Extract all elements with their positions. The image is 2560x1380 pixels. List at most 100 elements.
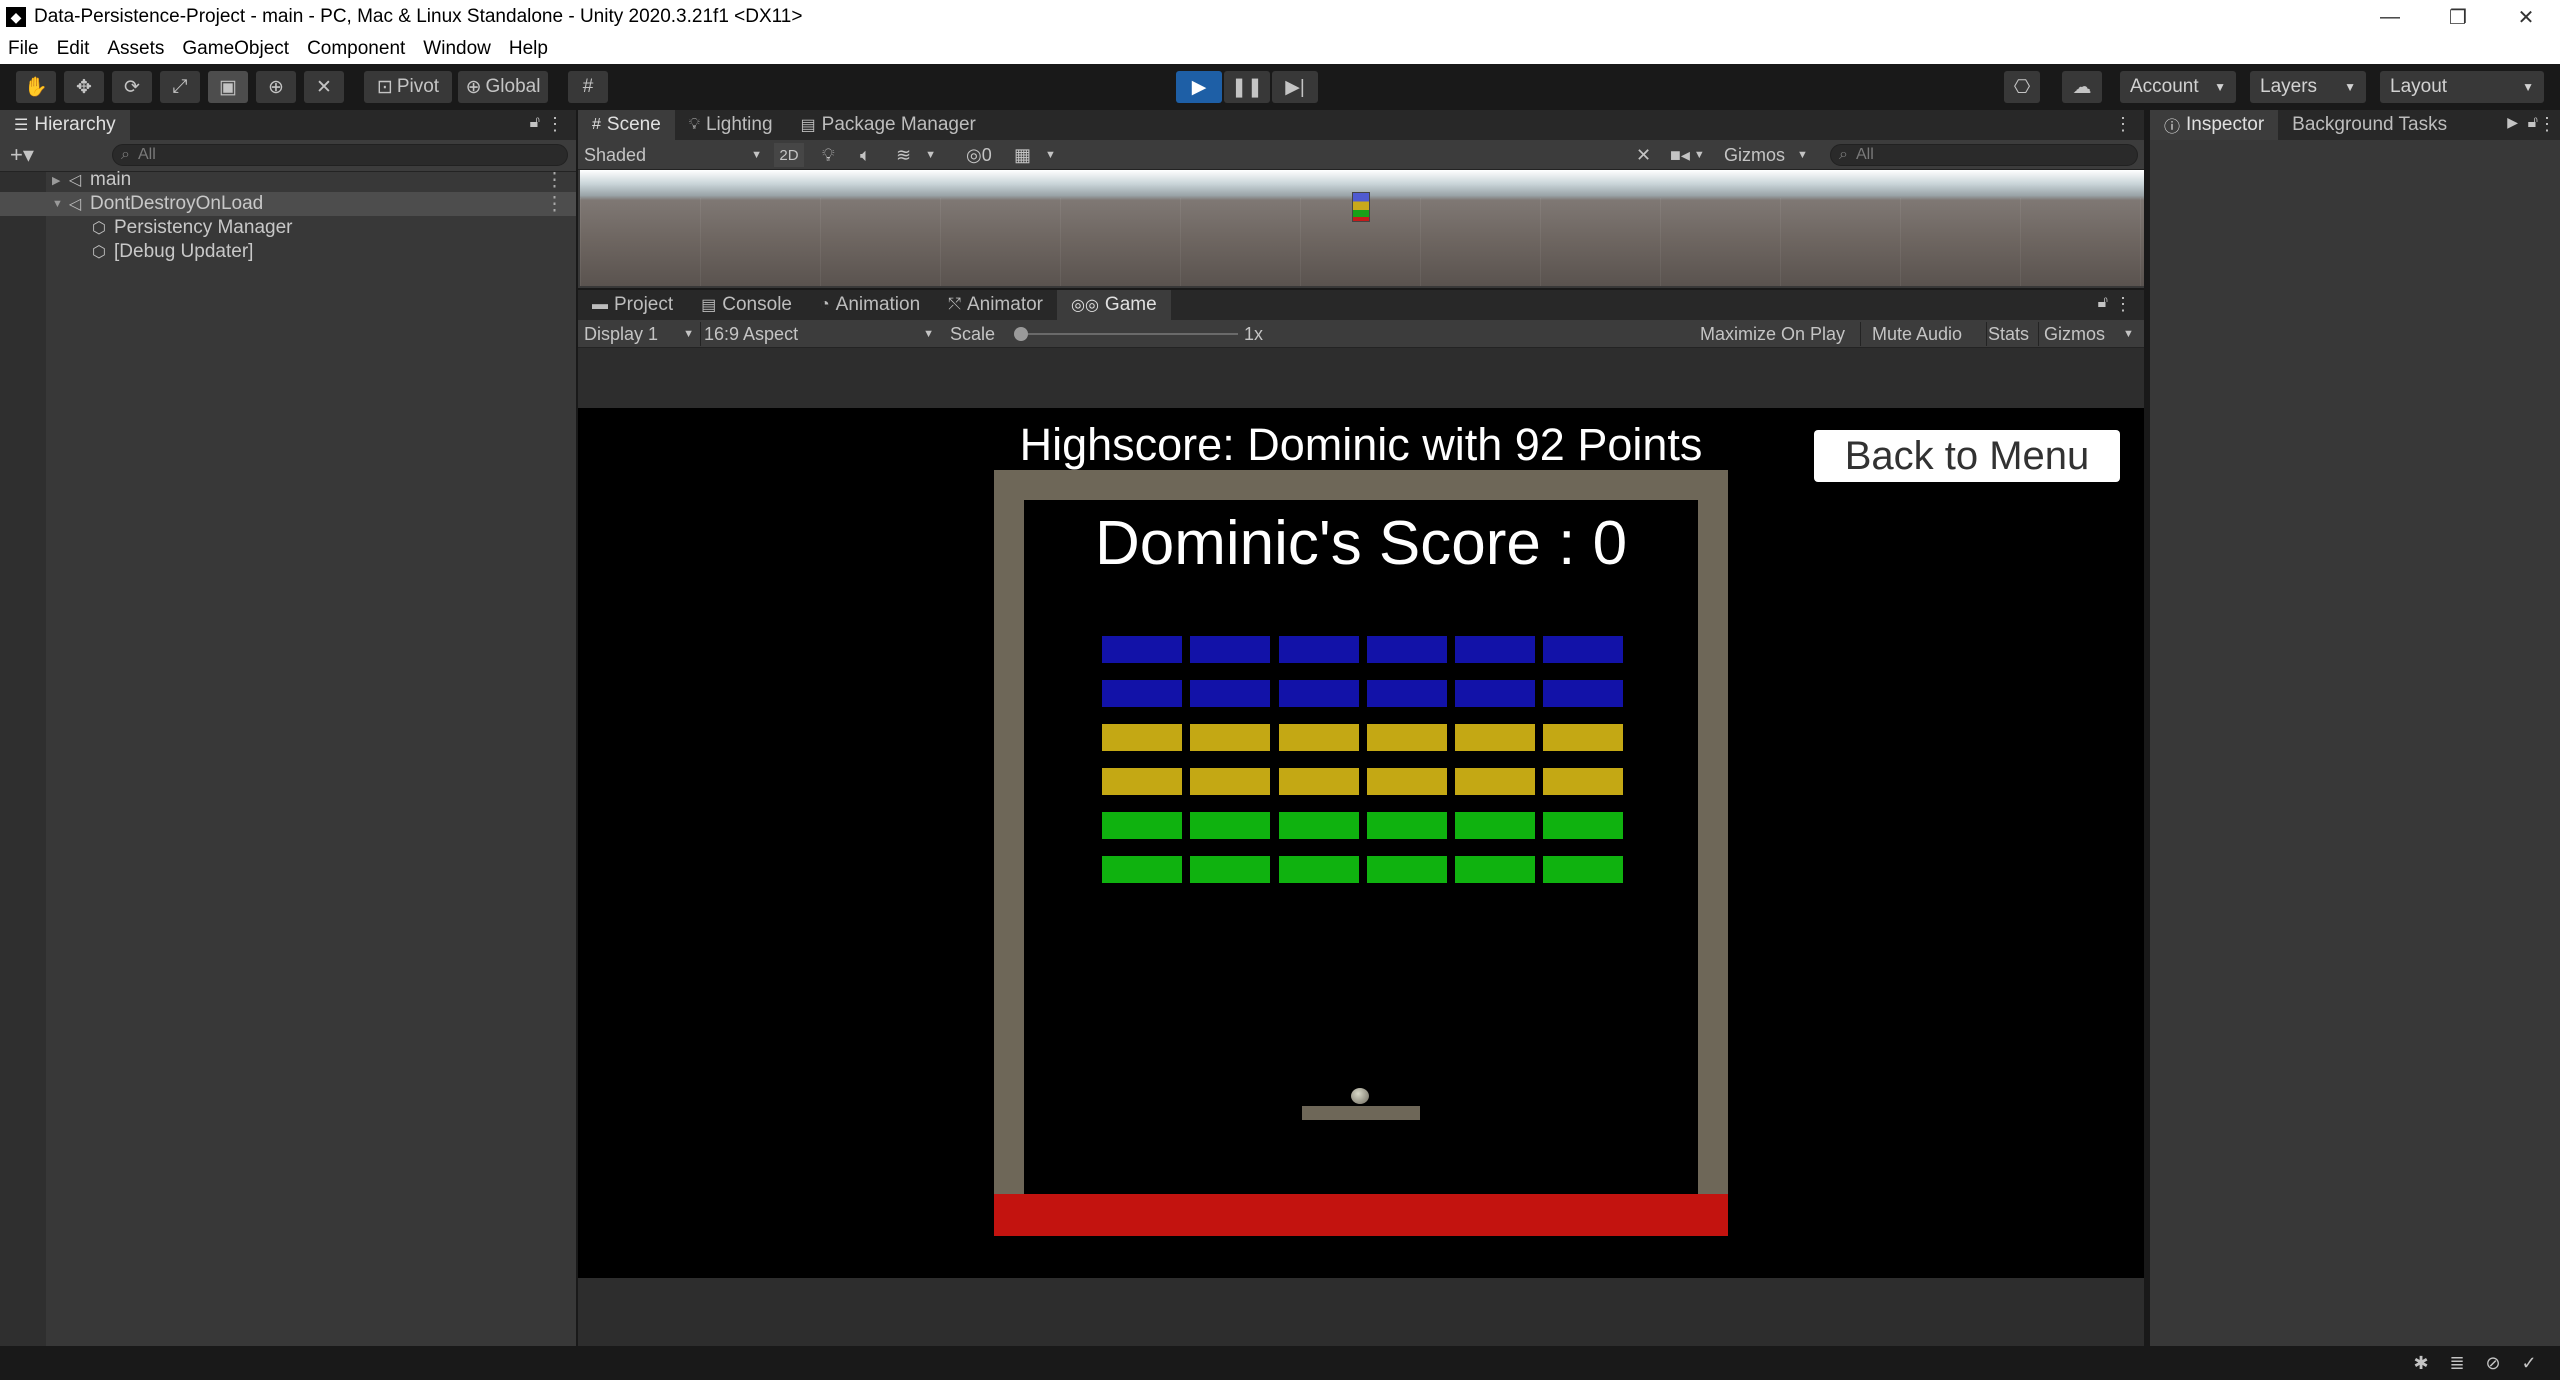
- lock-icon[interactable]: 🔓︎: [2098, 294, 2108, 312]
- maximize-on-play-toggle[interactable]: Maximize On Play: [1700, 320, 1845, 348]
- hierarchy-item-main[interactable]: ▶ ◁ main ⋮: [0, 168, 576, 192]
- brick: [1455, 856, 1536, 884]
- play-button[interactable]: ▶: [1176, 71, 1222, 103]
- global-toggle[interactable]: ⊕ Global: [458, 71, 548, 103]
- maximize-button[interactable]: ❐: [2424, 0, 2492, 34]
- kebab-menu-icon[interactable]: ⋮: [2114, 114, 2132, 135]
- scene-toolbar: Shaded ▼ 2D 💡︎ 🔈︎ ≋ ▼ ◎ 0 ▦ ▼ ✕ ■◂ ▼ Gizmo…: [578, 140, 2144, 170]
- add-icon[interactable]: +▾: [10, 142, 34, 168]
- scale-slider-track[interactable]: [1018, 333, 1238, 335]
- cache-server-icon[interactable]: ≣: [2446, 1352, 2468, 1374]
- menu-component[interactable]: Component: [307, 38, 405, 60]
- scene-gizmos-dropdown[interactable]: Gizmos ▼: [1724, 143, 1808, 167]
- collab-icon[interactable]: ⎔: [2004, 71, 2040, 103]
- transform-tool-icon[interactable]: ⊕: [256, 71, 296, 103]
- lighting-toggle-icon[interactable]: 💡︎: [822, 143, 835, 167]
- brick: [1366, 636, 1447, 663]
- debug-bug-icon[interactable]: ✱: [2410, 1352, 2432, 1374]
- tab-package-manager[interactable]: ▤ Package Manager: [787, 110, 990, 140]
- hierarchy-panel: ☰ Hierarchy 🔓︎ ⋮ +▾ ⌕ All ▶ ◁ main ⋮ ▼ ◁ …: [0, 110, 576, 1346]
- kebab-menu-icon[interactable]: ⋮: [2538, 114, 2556, 135]
- tab-hierarchy-label: Hierarchy: [34, 114, 116, 135]
- kebab-menu-icon[interactable]: ⋮: [545, 193, 564, 216]
- audio-toggle-icon[interactable]: 🔈︎: [860, 143, 871, 167]
- account-dropdown[interactable]: Account ▼: [2120, 71, 2236, 103]
- tab-animation[interactable]: ◔ Animation: [806, 290, 934, 320]
- collapse-arrow-icon[interactable]: ▼: [52, 198, 66, 210]
- tools-icon[interactable]: ✕: [1636, 143, 1651, 167]
- chevron-down-icon: ▼: [2344, 80, 2356, 94]
- hierarchy-search-input[interactable]: ⌕ All: [112, 144, 568, 166]
- hierarchy-item-dontdestroyonload[interactable]: ▼ ◁ DontDestroyOnLoad ⋮: [0, 192, 576, 216]
- layers-dropdown[interactable]: Layers ▼: [2250, 71, 2366, 103]
- tab-project[interactable]: ▬ Project: [578, 290, 687, 320]
- auto-generate-lighting-icon[interactable]: ⊘: [2482, 1352, 2504, 1374]
- menu-bar: File Edit Assets GameObject Component Wi…: [0, 34, 2560, 64]
- menu-help[interactable]: Help: [509, 38, 548, 60]
- display-dropdown[interactable]: Display 1 ▼: [584, 320, 694, 348]
- aspect-dropdown[interactable]: 16:9 Aspect ▼: [704, 320, 934, 348]
- mute-audio-toggle[interactable]: Mute Audio: [1872, 320, 1962, 348]
- pause-button[interactable]: ❚❚: [1224, 71, 1270, 103]
- tab-animator[interactable]: ⤲ Animator: [934, 290, 1057, 320]
- hand-tool-icon[interactable]: ✋: [16, 71, 56, 103]
- minimize-button[interactable]: —: [2356, 0, 2424, 34]
- hierarchy-item-debug-updater[interactable]: ⬡ [Debug Updater]: [0, 240, 576, 264]
- tab-hierarchy[interactable]: ☰ Hierarchy: [0, 110, 130, 140]
- hierarchy-tabbar: ☰ Hierarchy 🔓︎ ⋮: [0, 110, 576, 140]
- scene-search-input[interactable]: ⌕ All: [1830, 144, 2138, 166]
- brick: [1543, 856, 1624, 884]
- console-icon: ▤: [701, 297, 717, 314]
- close-button[interactable]: ✕: [2492, 0, 2560, 34]
- global-label: Global: [485, 76, 541, 97]
- menu-gameobject[interactable]: GameObject: [182, 38, 289, 60]
- step-button[interactable]: ▶|: [1272, 71, 1318, 103]
- hierarchy-item-persistency-manager[interactable]: ⬡ Persistency Manager: [0, 216, 576, 240]
- effects-toggle-icon[interactable]: ≋ ▼: [896, 143, 936, 167]
- progress-check-icon[interactable]: ✓: [2518, 1352, 2540, 1374]
- rect-tool-icon[interactable]: ▣: [208, 71, 248, 103]
- pivot-toggle[interactable]: ⊡ Pivot: [364, 71, 452, 103]
- scene-viewport[interactable]: [580, 170, 2144, 286]
- custom-tool-icon[interactable]: ✕: [304, 71, 344, 103]
- move-tool-icon[interactable]: ✥: [64, 71, 104, 103]
- scene-game-object[interactable]: [1352, 192, 1370, 222]
- game-viewport[interactable]: Highscore: Dominic with 92 Points Back t…: [578, 408, 2144, 1278]
- layout-dropdown[interactable]: Layout ▼: [2380, 71, 2544, 103]
- brick: [1102, 856, 1182, 884]
- grid-snap-icon[interactable]: #: [568, 71, 608, 103]
- menu-assets[interactable]: Assets: [107, 38, 164, 60]
- kebab-menu-icon[interactable]: ⋮: [545, 169, 564, 192]
- hidden-objects-toggle[interactable]: ◎ 0: [966, 143, 992, 167]
- tab-console[interactable]: ▤ Console: [687, 290, 806, 320]
- tab-lighting[interactable]: 💡︎ Lighting: [675, 110, 787, 140]
- camera-icon[interactable]: ■◂ ▼: [1670, 143, 1705, 167]
- pivot-label: Pivot: [396, 76, 440, 97]
- kebab-menu-icon[interactable]: ⋮: [2114, 294, 2132, 315]
- lock-icon[interactable]: 🔓︎: [2528, 114, 2538, 132]
- scale-slider-handle[interactable]: [1014, 327, 1028, 341]
- menu-edit[interactable]: Edit: [57, 38, 90, 60]
- scale-tool-icon[interactable]: ⤢: [160, 71, 200, 103]
- shading-mode-dropdown[interactable]: Shaded ▼: [584, 143, 762, 167]
- tab-background-tasks[interactable]: Background Tasks: [2278, 110, 2461, 140]
- rotate-tool-icon[interactable]: ⟳: [112, 71, 152, 103]
- 2d-toggle[interactable]: 2D: [774, 143, 804, 167]
- expand-arrow-icon[interactable]: ▶: [52, 174, 66, 187]
- menu-window[interactable]: Window: [423, 38, 491, 60]
- tab-game-label: Game: [1104, 294, 1157, 315]
- tab-scene[interactable]: # Scene: [578, 110, 675, 140]
- kebab-menu-icon[interactable]: ⋮: [546, 114, 564, 135]
- game-gizmos-dropdown[interactable]: Gizmos ▼: [2044, 320, 2134, 348]
- grid-toggle-icon[interactable]: ▦ ▼: [1014, 143, 1056, 167]
- cloud-icon[interactable]: ☁: [2062, 71, 2102, 103]
- menu-file[interactable]: File: [8, 38, 39, 60]
- stats-toggle[interactable]: Stats: [1988, 320, 2029, 348]
- tab-game[interactable]: ◎◎ Game: [1057, 290, 1171, 320]
- eye-slash-icon: ◎: [966, 144, 982, 165]
- tab-inspector-label: Inspector: [2186, 114, 2265, 135]
- tab-inspector[interactable]: ⓘ Inspector: [2150, 110, 2279, 140]
- tab-scroll-right-icon[interactable]: ▶: [2507, 114, 2518, 131]
- lock-icon[interactable]: 🔓︎: [530, 114, 540, 132]
- search-icon: ⌕: [1839, 146, 1848, 163]
